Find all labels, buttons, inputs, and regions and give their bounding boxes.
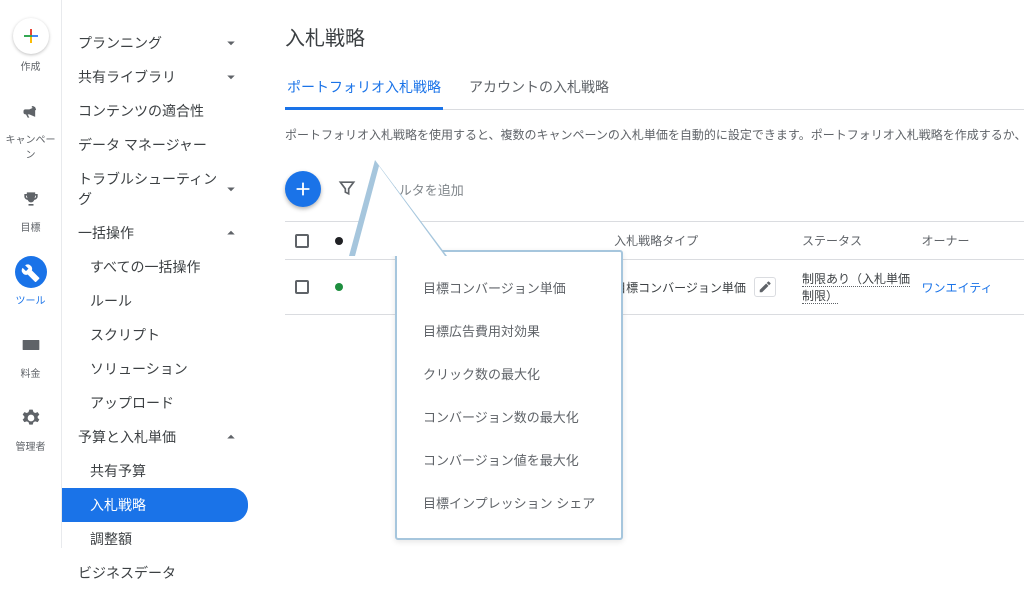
menu-item-target-impression-share[interactable]: 目標インプレッション シェア — [423, 481, 595, 524]
nav-shared-budgets[interactable]: 共有予算 — [62, 454, 256, 488]
gear-icon — [15, 402, 47, 434]
chevron-down-icon — [222, 180, 240, 198]
left-rail: 作成 キャンペーン 目標 ツール 料金 管理者 — [0, 0, 62, 548]
pencil-icon — [758, 280, 772, 294]
goals-label: 目標 — [21, 219, 41, 234]
nav-bulk-all[interactable]: すべての一括操作 — [62, 250, 256, 284]
rail-item-admin[interactable]: 管理者 — [6, 402, 56, 453]
chevron-down-icon — [222, 68, 240, 86]
nav-troubleshooting[interactable]: トラブルシューティング — [62, 162, 256, 216]
nav-content-suitability[interactable]: コンテンツの適合性 — [62, 94, 256, 128]
chevron-up-icon — [222, 224, 240, 242]
chevron-down-icon — [222, 34, 240, 52]
rail-item-campaign[interactable]: キャンペーン — [6, 95, 56, 161]
main-content: 入札戦略 ポートフォリオ入札戦略 アカウントの入札戦略 ポートフォリオ入札戦略を… — [257, 0, 1024, 548]
edit-type-button[interactable] — [754, 277, 776, 297]
menu-item-max-conversions[interactable]: コンバージョン数の最大化 — [423, 395, 595, 438]
cell-owner[interactable]: ワンエイティ — [922, 281, 993, 295]
nav-data-manager[interactable]: データ マネージャー — [62, 128, 256, 162]
trophy-icon — [15, 183, 47, 215]
header-type[interactable]: 入札戦略タイプ — [614, 232, 802, 249]
nav-solutions[interactable]: ソリューション — [62, 352, 256, 386]
campaign-label: キャンペーン — [6, 131, 56, 161]
tabs: ポートフォリオ入札戦略 アカウントの入札戦略 — [285, 69, 1024, 110]
plus-icon — [13, 18, 49, 54]
nav-business-data[interactable]: ビジネスデータ — [62, 556, 256, 590]
nav-bid-strategies[interactable]: 入札戦略 — [62, 488, 248, 522]
menu-item-max-conversion-value[interactable]: コンバージョン値を最大化 — [423, 438, 595, 481]
nav-budget-bidding[interactable]: 予算と入札単価 — [62, 420, 256, 454]
bid-strategy-menu: 目標コンバージョン単価 目標広告費用対効果 クリック数の最大化 コンバージョン数… — [317, 160, 623, 540]
info-text: ポートフォリオ入札戦略を使用すると、複数のキャンペーンの入札単価を自動的に設定で… — [285, 126, 1024, 143]
rail-item-billing[interactable]: 料金 — [6, 329, 56, 380]
billing-label: 料金 — [21, 365, 41, 380]
nav-label: 予算と入札単価 — [78, 427, 176, 447]
menu-item-target-roas[interactable]: 目標広告費用対効果 — [423, 309, 595, 352]
page-title: 入札戦略 — [285, 22, 1024, 51]
plus-icon — [292, 178, 314, 200]
rail-item-goals[interactable]: 目標 — [6, 183, 56, 234]
megaphone-icon — [15, 95, 47, 127]
select-all-checkbox[interactable] — [295, 234, 309, 248]
header-status[interactable]: ステータス — [802, 232, 922, 249]
menu-item-target-cpa[interactable]: 目標コンバージョン単価 — [423, 266, 595, 309]
tab-portfolio[interactable]: ポートフォリオ入札戦略 — [285, 69, 443, 110]
menu-item-max-clicks[interactable]: クリック数の最大化 — [423, 352, 595, 395]
nav-adjustments[interactable]: 調整額 — [62, 522, 256, 556]
nav-uploads[interactable]: アップロード — [62, 386, 256, 420]
create-button[interactable]: 作成 — [6, 18, 56, 73]
tools-icon — [15, 256, 47, 288]
rail-item-tools[interactable]: ツール — [6, 256, 56, 307]
admin-label: 管理者 — [16, 438, 46, 453]
nav-bulk-actions[interactable]: 一括操作 — [62, 216, 256, 250]
cell-status[interactable]: 制限あり（入札単価制限） — [802, 272, 910, 304]
nav-rules[interactable]: ルール — [62, 284, 256, 318]
add-strategy-button[interactable] — [285, 171, 321, 207]
nav-scripts[interactable]: スクリプト — [62, 318, 256, 352]
nav-label: トラブルシューティング — [78, 169, 222, 209]
tab-account[interactable]: アカウントの入札戦略 — [467, 69, 611, 109]
chevron-up-icon — [222, 428, 240, 446]
nav-label: プランニング — [78, 33, 162, 53]
row-checkbox[interactable] — [295, 280, 309, 294]
cell-type: 目標コンバージョン単価 — [614, 279, 746, 296]
nav-shared-library[interactable]: 共有ライブラリ — [62, 60, 256, 94]
nav-planning[interactable]: プランニング — [62, 26, 256, 60]
card-icon — [15, 329, 47, 361]
tools-label: ツール — [16, 292, 46, 307]
sidebar: プランニング 共有ライブラリ コンテンツの適合性 データ マネージャー トラブル… — [62, 0, 257, 548]
create-label: 作成 — [21, 58, 41, 73]
nav-label: 一括操作 — [78, 223, 134, 243]
header-owner[interactable]: オーナー — [922, 232, 1024, 249]
nav-label: 共有ライブラリ — [78, 67, 176, 87]
